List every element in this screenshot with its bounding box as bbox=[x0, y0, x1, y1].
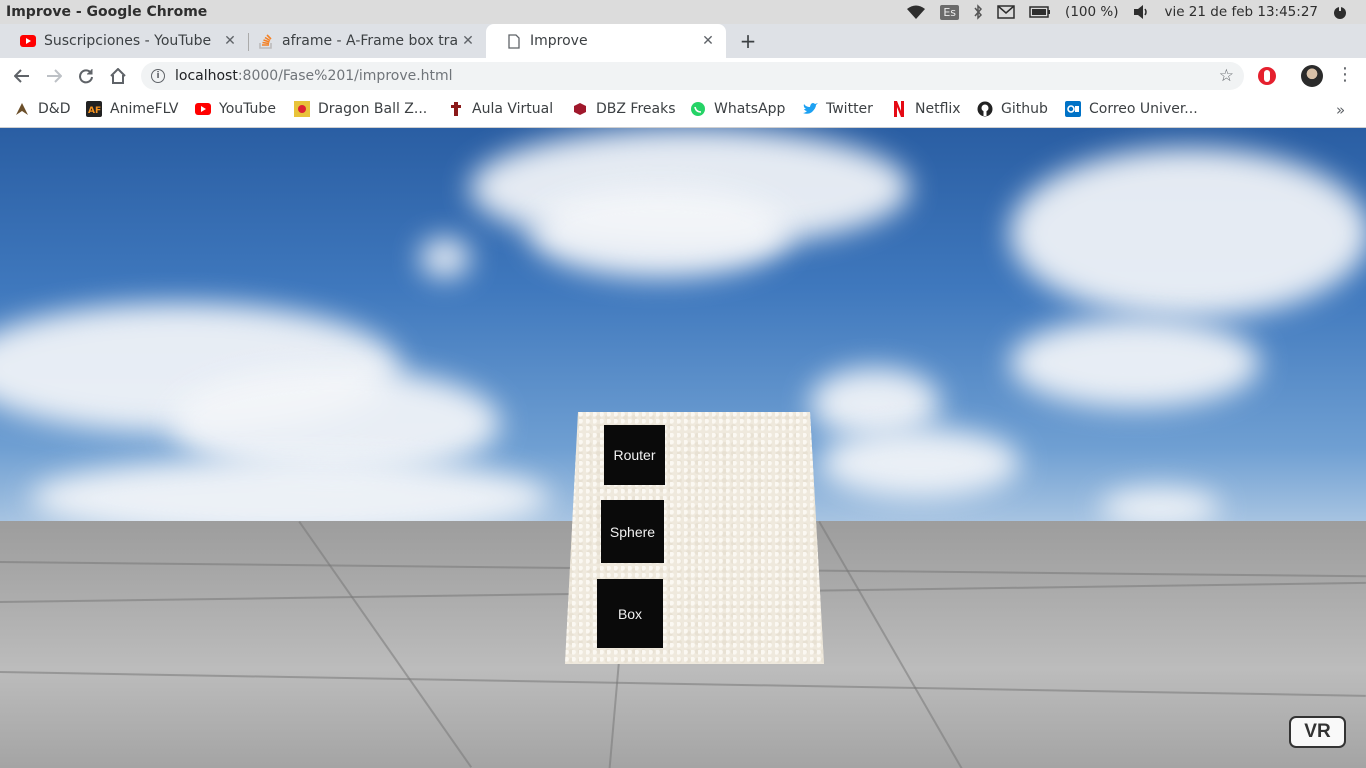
bookmark-label: Correo Univer... bbox=[1089, 101, 1198, 117]
close-icon[interactable]: ✕ bbox=[460, 33, 476, 49]
bluetooth-icon[interactable] bbox=[973, 4, 983, 20]
vr-mode-button[interactable]: VR bbox=[1289, 716, 1346, 748]
bookmark-aula-virtual[interactable]: Aula Virtual bbox=[448, 101, 553, 117]
chevron-double-right-icon[interactable]: » bbox=[1336, 101, 1345, 119]
volume-icon[interactable] bbox=[1132, 4, 1150, 20]
window-title: Improve - Google Chrome bbox=[6, 4, 208, 20]
cloud bbox=[820, 428, 1020, 498]
dbz-freaks-icon bbox=[572, 101, 588, 117]
bookmark-github[interactable]: Github bbox=[977, 101, 1048, 117]
os-status-area: Es (100 %) vie 21 de feb 13:45:27 bbox=[906, 4, 1348, 20]
router-button[interactable]: Router bbox=[604, 425, 665, 485]
svg-text:AF: AF bbox=[88, 106, 101, 116]
bookmark-correo[interactable]: Correo Univer... bbox=[1065, 101, 1198, 117]
extension-red-icon[interactable] bbox=[1258, 67, 1276, 85]
info-icon[interactable]: i bbox=[151, 69, 165, 83]
youtube-icon bbox=[195, 101, 211, 117]
netflix-icon bbox=[891, 101, 907, 117]
cloud bbox=[1010, 318, 1260, 408]
menu-dots-icon[interactable]: ⋮ bbox=[1336, 64, 1354, 85]
tab-label: aframe - A-Frame box tran bbox=[282, 33, 458, 49]
ground-tile-line bbox=[818, 521, 970, 768]
profile-avatar[interactable] bbox=[1301, 65, 1323, 87]
aframe-scene[interactable]: Router Sphere Box VR bbox=[0, 128, 1366, 768]
close-icon[interactable]: ✕ bbox=[700, 33, 716, 49]
clock[interactable]: vie 21 de feb 13:45:27 bbox=[1164, 4, 1318, 20]
bookmark-dnd[interactable]: D&D bbox=[14, 101, 70, 117]
home-icon[interactable] bbox=[106, 64, 130, 88]
tab-improve[interactable]: Improve ✕ bbox=[486, 24, 726, 58]
new-tab-plus-icon[interactable]: + bbox=[738, 29, 758, 53]
forward-arrow-icon[interactable] bbox=[42, 64, 66, 88]
stackoverflow-icon bbox=[258, 33, 274, 49]
bookmark-youtube[interactable]: YouTube bbox=[195, 101, 276, 117]
tab-strip: Suscripciones - YouTube ✕ aframe - A-Fra… bbox=[0, 24, 1366, 58]
outlook-icon bbox=[1065, 101, 1081, 117]
bookmark-label: Github bbox=[1001, 101, 1048, 117]
tab-youtube-subscriptions[interactable]: Suscripciones - YouTube ✕ bbox=[0, 24, 248, 58]
sphere-button[interactable]: Sphere bbox=[601, 500, 664, 563]
bookmark-label: WhatsApp bbox=[714, 101, 786, 117]
tab-label: Improve bbox=[530, 33, 588, 49]
youtube-icon bbox=[20, 33, 36, 49]
aula-virtual-icon bbox=[448, 101, 464, 117]
bookmark-twitter[interactable]: Twitter bbox=[802, 101, 873, 117]
cloud bbox=[1010, 148, 1366, 318]
power-icon[interactable] bbox=[1332, 4, 1348, 20]
bookmark-label: Dragon Ball Z... bbox=[318, 101, 428, 117]
bookmark-label: YouTube bbox=[219, 101, 276, 117]
mail-icon[interactable] bbox=[997, 5, 1015, 19]
battery-icon[interactable] bbox=[1029, 6, 1051, 18]
ground-tile-line bbox=[0, 671, 1366, 697]
bookmark-label: DBZ Freaks bbox=[596, 101, 676, 117]
bookmark-whatsapp[interactable]: WhatsApp bbox=[690, 101, 785, 117]
dragonball-icon bbox=[294, 101, 310, 117]
cloud bbox=[530, 188, 790, 278]
bookmark-animeflv[interactable]: AF AnimeFLV bbox=[86, 101, 178, 117]
browser-toolbar: i localhost:8000/Fase%201/improve.html ☆… bbox=[0, 58, 1366, 94]
keyboard-language-badge[interactable]: Es bbox=[940, 4, 960, 20]
os-top-bar: Improve - Google Chrome Es (100 %) vie 2… bbox=[0, 0, 1366, 24]
bookmark-label: Aula Virtual bbox=[472, 101, 554, 117]
ground-tile-line bbox=[298, 521, 473, 768]
url-text[interactable]: localhost:8000/Fase%201/improve.html bbox=[175, 68, 453, 84]
tab-label: Suscripciones - YouTube bbox=[44, 33, 212, 49]
cloud bbox=[420, 238, 470, 278]
back-arrow-icon[interactable] bbox=[10, 64, 34, 88]
dnd-icon bbox=[14, 101, 30, 117]
ground-tile-line bbox=[607, 660, 620, 768]
wifi-icon[interactable] bbox=[906, 4, 926, 20]
star-icon[interactable]: ☆ bbox=[1219, 66, 1234, 86]
bookmark-netflix[interactable]: Netflix bbox=[891, 101, 961, 117]
bookmark-dragon-ball[interactable]: Dragon Ball Z... bbox=[294, 101, 427, 117]
close-icon[interactable]: ✕ bbox=[222, 33, 238, 49]
bookmark-dbz-freaks[interactable]: DBZ Freaks bbox=[572, 101, 676, 117]
github-icon bbox=[977, 101, 993, 117]
bookmark-label: AnimeFLV bbox=[110, 101, 179, 117]
whatsapp-icon bbox=[690, 101, 706, 117]
battery-percent: (100 %) bbox=[1065, 4, 1119, 20]
tab-aframe-question[interactable]: aframe - A-Frame box tran ✕ bbox=[238, 24, 486, 58]
bookmark-label: D&D bbox=[38, 101, 71, 117]
bookmark-label: Netflix bbox=[915, 101, 961, 117]
page-icon bbox=[506, 33, 522, 49]
bookmark-label: Twitter bbox=[826, 101, 873, 117]
address-bar[interactable]: i localhost:8000/Fase%201/improve.html ☆ bbox=[141, 62, 1244, 90]
box-button[interactable]: Box bbox=[597, 579, 663, 648]
bookmarks-bar: D&D AF AnimeFLV YouTube Dragon Ball Z...… bbox=[0, 94, 1366, 128]
animeflv-icon: AF bbox=[86, 101, 102, 117]
twitter-icon bbox=[802, 101, 818, 117]
reload-icon[interactable] bbox=[74, 64, 98, 88]
